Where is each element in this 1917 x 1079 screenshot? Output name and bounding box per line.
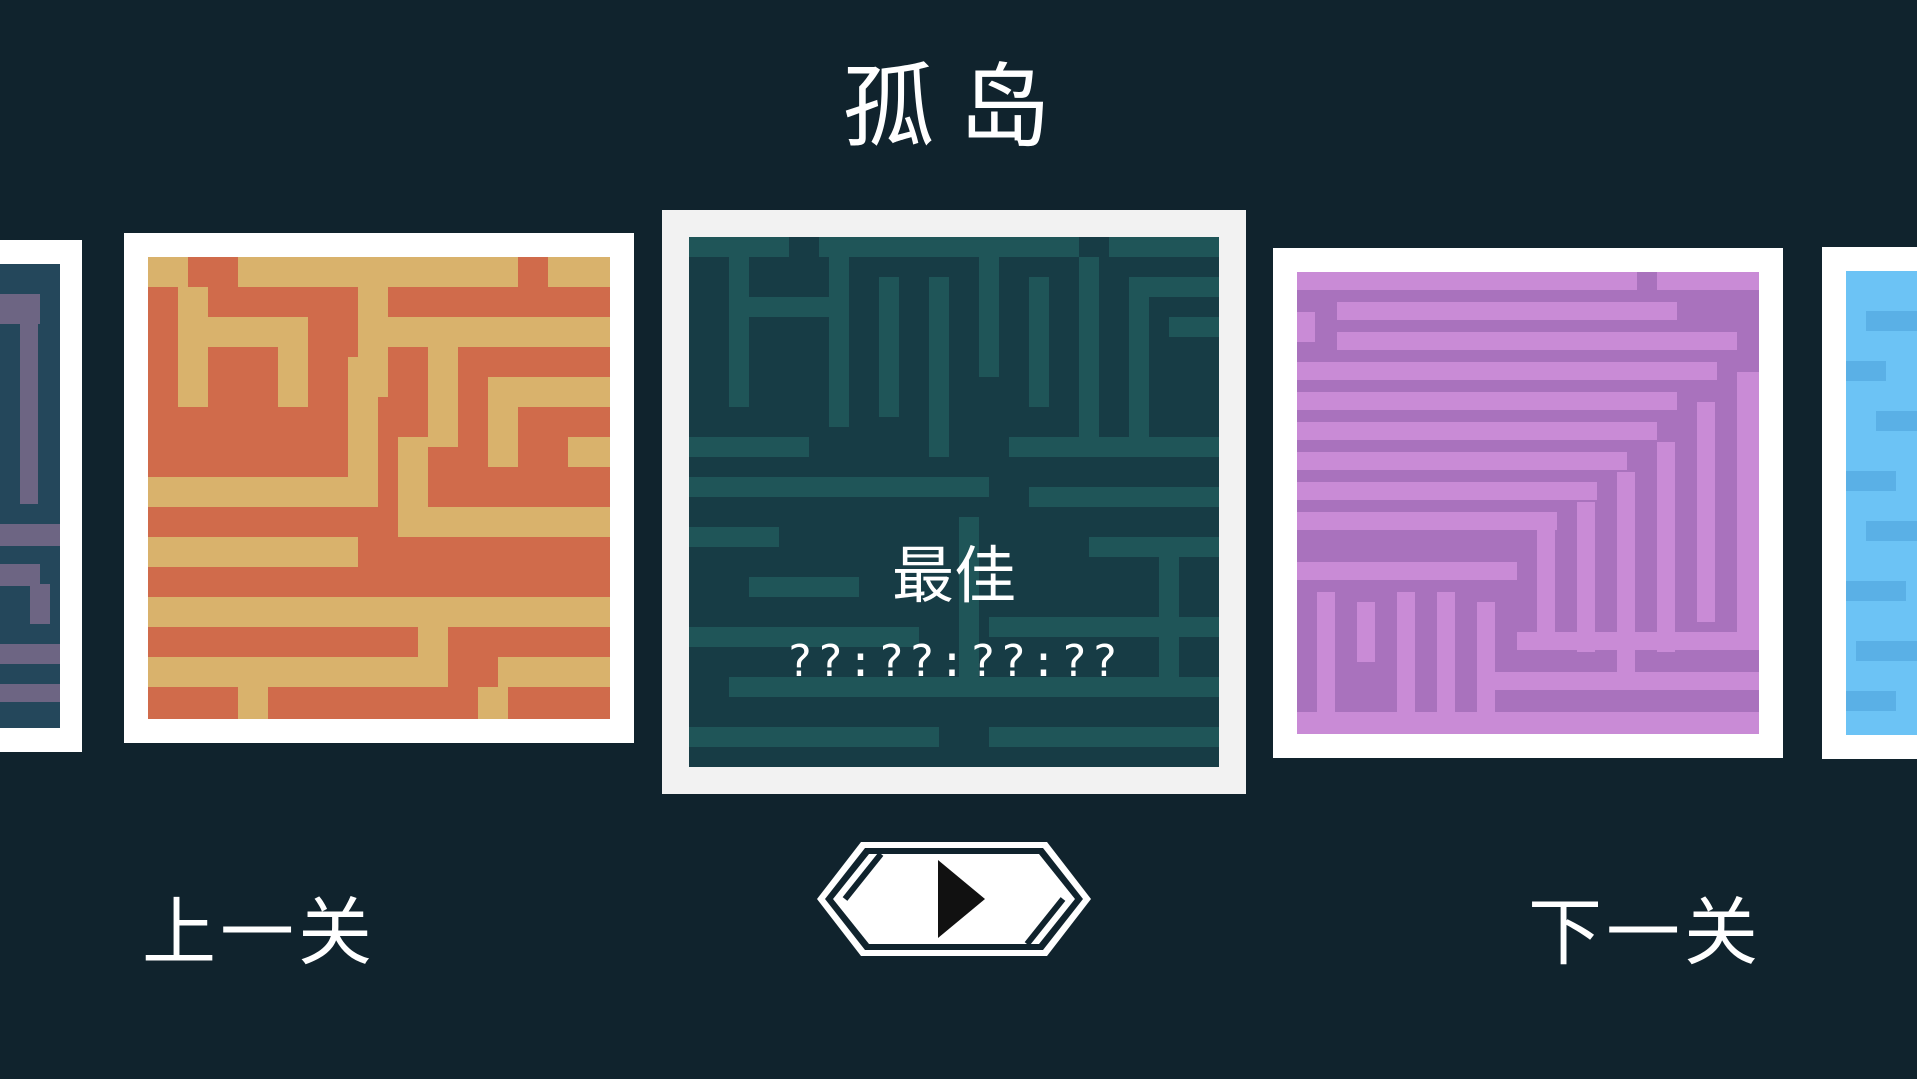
- level-card-far-right[interactable]: [1822, 247, 1917, 759]
- level-card-next[interactable]: [1273, 248, 1783, 758]
- maze-thumbnail-orange: [148, 257, 610, 719]
- maze-thumbnail-teal: [689, 237, 1219, 767]
- previous-level-button[interactable]: 上一关: [142, 896, 376, 970]
- level-card-selected[interactable]: 最佳 ??:??:??:??: [662, 210, 1246, 794]
- level-card-previous[interactable]: [124, 233, 634, 743]
- maze-thumbnail-far-left: [0, 264, 60, 728]
- level-card-far-left[interactable]: [0, 240, 82, 752]
- next-level-button[interactable]: 下一关: [1528, 896, 1762, 970]
- maze-thumbnail-far-right: [1846, 271, 1917, 735]
- maze-thumbnail-purple: [1297, 272, 1759, 734]
- level-title: 孤岛: [842, 54, 1075, 161]
- level-select-screen: 孤岛 最佳 ??:??:??:?? 上一关 下一关: [0, 0, 1917, 1079]
- play-button[interactable]: [815, 840, 1093, 958]
- play-triangle-icon: [817, 842, 1091, 956]
